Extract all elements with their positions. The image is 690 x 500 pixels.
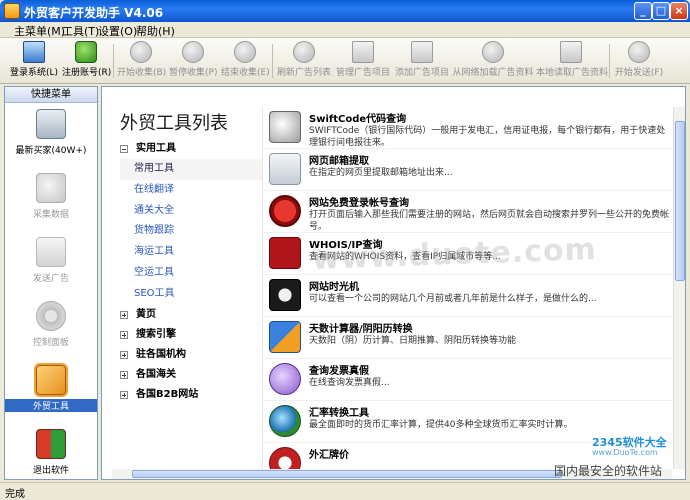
window-title: 外贸客户开发助手 V4.06 — [24, 6, 164, 20]
tree-category-search-engines[interactable]: 搜索引擎 — [120, 325, 262, 345]
refresh-icon — [293, 41, 315, 63]
gear-icon — [36, 301, 66, 331]
open-book-icon — [560, 41, 582, 63]
tree-item-cargo-tracking[interactable]: 货物跟踪 — [120, 221, 262, 242]
tool-item-day-calculator[interactable]: 天数计算器/阴阳历转换 天数阳（阴）历计算、日期推算、阴阳历转换等功能 — [263, 317, 672, 359]
manage-ads-button[interactable]: 管理广告项目 — [334, 40, 392, 82]
whois-icon — [269, 237, 301, 269]
tree-category-embassies[interactable]: 驻各国机构 — [120, 345, 262, 365]
expand-icon[interactable] — [120, 370, 128, 379]
sidebar-item-exit[interactable]: 退出软件 — [5, 429, 97, 476]
menu-bar: 主菜单(M) 工具(T) 设置(O) 帮助(H) — [0, 22, 690, 38]
shopping-cart-icon — [36, 109, 66, 139]
tree-category-yellow-pages[interactable]: 黄页 — [120, 305, 262, 325]
refresh-ads-button[interactable]: 刷新广告列表 — [276, 40, 332, 82]
add-doc-icon — [411, 41, 433, 63]
add-ad-button[interactable]: 添加广告项目 — [393, 40, 451, 82]
tools-icon — [34, 363, 68, 397]
expand-icon[interactable] — [120, 310, 128, 319]
list-icon — [352, 41, 374, 63]
tree-category-practical[interactable]: 实用工具 — [120, 139, 262, 159]
tool-item-email-extract[interactable]: 网页邮箱提取 在指定的网页里提取邮箱地址出来... — [263, 149, 672, 191]
stop-collect-button[interactable]: 结束收集(E) — [221, 40, 270, 82]
maximize-button[interactable]: □ — [652, 2, 670, 20]
menu-tools[interactable]: 工具(T) — [62, 23, 99, 39]
expand-icon[interactable] — [120, 350, 128, 359]
toolbar-separator — [272, 44, 273, 78]
play-icon — [130, 41, 152, 63]
toolbar: 登录系统(L) 注册账号(R) 开始收集(B) 暂停收集(P) 结束收集(E) … — [0, 38, 690, 84]
tree-category-customs[interactable]: 各国海关 — [120, 365, 262, 385]
close-button[interactable]: × — [670, 2, 688, 20]
tree-item-seo-tools[interactable]: SEO工具 — [120, 284, 262, 305]
sidebar-item-control-panel[interactable]: 控制面板 — [5, 301, 97, 348]
stop-icon — [234, 41, 256, 63]
calculator-icon — [269, 321, 301, 353]
status-text: 完成 — [5, 489, 25, 500]
tool-item-invoice-check[interactable]: 查询发票真假 在线查询发票真假... — [263, 359, 672, 401]
start-send-button[interactable]: 开始发送(F) — [612, 40, 666, 82]
tool-list: SwiftCode代码查询 SWIFTCode（银行国际代码）一般用于发电汇，信… — [262, 107, 672, 469]
toolbar-separator — [609, 44, 610, 78]
archive-icon — [269, 279, 301, 311]
scrollbar-thumb[interactable] — [675, 121, 685, 281]
tool-item-swiftcode[interactable]: SwiftCode代码查询 SWIFTCode（银行国际代码）一般用于发电汇，信… — [263, 107, 672, 149]
title-bar[interactable]: 外贸客户开发助手 V4.06 _ □ × — [0, 0, 690, 22]
tools-main-panel: 外贸工具列表 实用工具 常用工具 在线翻译 通关大全 货物跟踪 海运工具 空运工… — [101, 86, 686, 480]
quick-menu-header: 快捷菜单 — [5, 87, 97, 103]
category-tree: 实用工具 常用工具 在线翻译 通关大全 货物跟踪 海运工具 空运工具 SEO工具… — [120, 139, 262, 405]
tree-item-common-tools[interactable]: 常用工具 — [120, 159, 262, 180]
logo-url: www.DuoTe.com — [592, 448, 658, 457]
scrollbar-thumb[interactable] — [132, 470, 562, 478]
send-icon — [628, 41, 650, 63]
status-bar: 完成 — [0, 482, 690, 500]
logo-slogan: 国内最安全的软件站 — [554, 464, 663, 478]
globe-icon — [269, 405, 301, 437]
tree-category-b2b-sites[interactable]: 各国B2B网站 — [120, 385, 262, 405]
collapse-icon[interactable] — [120, 145, 128, 153]
tree-item-air-tools[interactable]: 空运工具 — [120, 263, 262, 284]
forex-icon — [269, 447, 301, 469]
minimize-button[interactable]: _ — [634, 2, 652, 20]
tree-item-online-translate[interactable]: 在线翻译 — [120, 180, 262, 201]
expand-icon[interactable] — [120, 390, 128, 399]
menu-main[interactable]: 主菜单(M) — [14, 23, 65, 39]
corner-logo: 2345软件大全 www.DuoTe.com 国内最安全的软件站 — [554, 428, 686, 480]
sidebar-item-trade-tools[interactable]: 外贸工具 — [5, 363, 97, 412]
vertical-scrollbar[interactable] — [673, 107, 685, 469]
monitor-icon — [23, 41, 45, 63]
add-user-icon — [75, 41, 97, 63]
no-entry-icon — [269, 195, 301, 227]
invoice-magnifier-icon — [269, 363, 301, 395]
menu-settings[interactable]: 设置(O) — [98, 23, 137, 39]
pause-collect-button[interactable]: 暂停收集(P) — [169, 40, 217, 82]
network-download-icon — [482, 41, 504, 63]
page-title: 外贸工具列表 — [120, 113, 228, 134]
register-button[interactable]: 注册账号(R) — [62, 40, 111, 82]
mail-icon — [36, 237, 66, 267]
start-collect-button[interactable]: 开始收集(B) — [117, 40, 166, 82]
app-icon — [4, 3, 20, 19]
magnifier-icon — [269, 111, 301, 143]
login-button[interactable]: 登录系统(L) — [10, 40, 58, 82]
sidebar-item-send-ads[interactable]: 发送广告 — [5, 237, 97, 284]
envelope-icon — [269, 153, 301, 185]
tool-item-free-accounts[interactable]: 网站免费登录帐号查询 打开页面后输入那些我们需要注册的网站，然后网页就会自动搜索… — [263, 191, 672, 233]
expand-icon[interactable] — [120, 330, 128, 339]
exit-icon — [36, 429, 66, 459]
quick-menu-panel: 快捷菜单 最新买家(40W+) 采集数据 发送广告 控制面板 外贸工具 退出软件 — [4, 86, 98, 480]
tree-item-shipping-tools[interactable]: 海运工具 — [120, 242, 262, 263]
sidebar-item-latest-buyers[interactable]: 最新买家(40W+) — [5, 109, 97, 156]
read-ads-local-button[interactable]: 本地读取广告资料 — [536, 40, 608, 82]
toolbar-separator — [113, 44, 114, 78]
load-ads-network-button[interactable]: 从网络加载广告资料 — [452, 40, 534, 82]
tool-item-wayback[interactable]: 网站时光机 可以查看一个公司的网站几个月前或者几年前是什么样子，是做什么的... — [263, 275, 672, 317]
pause-icon — [182, 41, 204, 63]
sidebar-item-collect-data[interactable]: 采集数据 — [5, 173, 97, 220]
magnifier-icon — [36, 173, 66, 203]
tree-item-customs-guide[interactable]: 通关大全 — [120, 201, 262, 222]
menu-help[interactable]: 帮助(H) — [136, 23, 175, 39]
